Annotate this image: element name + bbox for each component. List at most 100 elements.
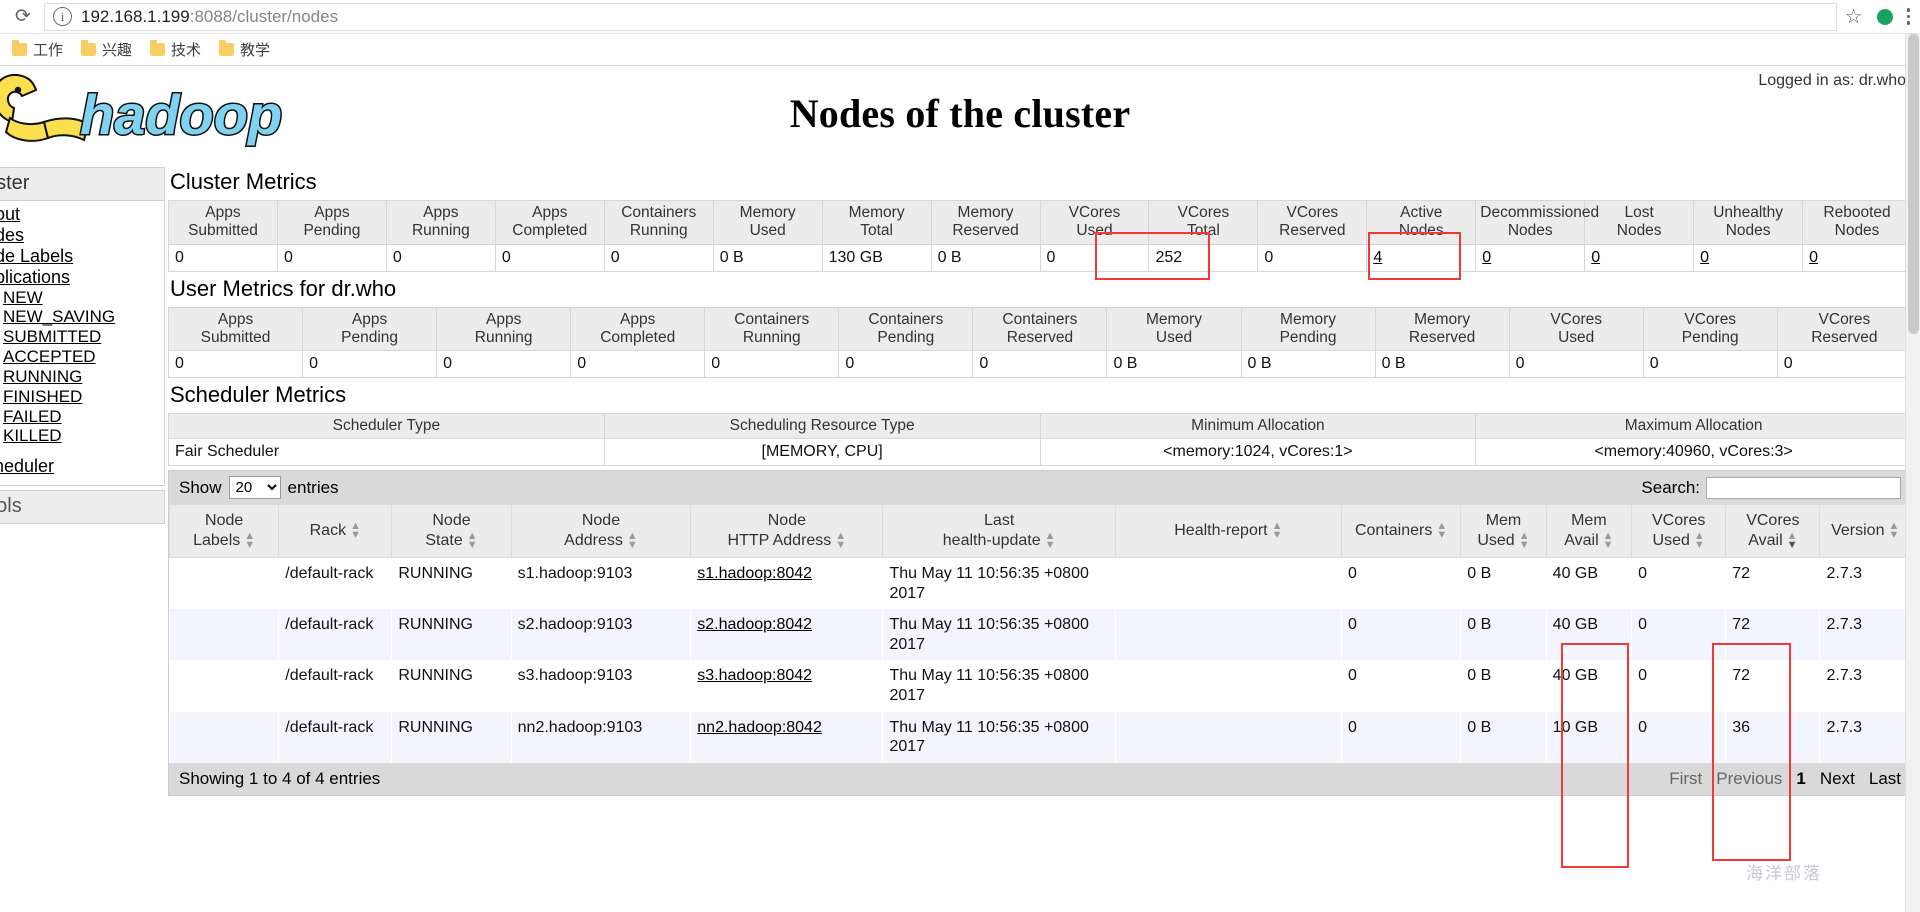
- cell-node-http-address[interactable]: nn2.hadoop:8042: [690, 711, 884, 763]
- pagination-previous[interactable]: Previous: [1716, 769, 1782, 789]
- search-input[interactable]: [1706, 476, 1901, 499]
- metric-link[interactable]: 0: [1809, 249, 1818, 266]
- cell-node-http-address[interactable]: s2.hadoop:8042: [690, 609, 884, 661]
- node-http-link[interactable]: s1.hadoop:8042: [697, 565, 812, 582]
- cell-vcores-used: 0: [1631, 660, 1727, 712]
- sidebar-item-about[interactable]: bout: [0, 204, 164, 225]
- site-info-icon[interactable]: i: [53, 7, 72, 26]
- cell-node-http-address[interactable]: s1.hadoop:8042: [690, 557, 884, 610]
- bookmark-item[interactable]: 教学: [219, 39, 270, 60]
- sort-icon[interactable]: ▲ ▼: [1787, 531, 1798, 551]
- table-cell: 0: [494, 243, 605, 272]
- hadoop-logo[interactable]: hadoop: [0, 66, 292, 161]
- sidebar-item-accepted[interactable]: ACCEPTED: [0, 347, 164, 367]
- profile-avatar[interactable]: [1876, 8, 1893, 25]
- column-header: Memory Reserved: [930, 200, 1041, 245]
- folder-icon: [150, 40, 166, 56]
- sort-icon[interactable]: ▲ ▼: [1436, 521, 1447, 541]
- sidebar-item-scheduler[interactable]: cheduler: [0, 456, 164, 477]
- column-header-containers[interactable]: Containers ▲ ▼: [1340, 504, 1462, 559]
- logged-in-user: Logged in as: dr.who: [1758, 72, 1906, 89]
- column-header-mem-used[interactable]: Mem Used ▲ ▼: [1460, 504, 1547, 559]
- address-bar[interactable]: i 192.168.1.199:8088/cluster/nodes: [44, 2, 1837, 31]
- pagination-last[interactable]: Last: [1869, 769, 1901, 789]
- column-header-vcores-used[interactable]: VCores Used ▲ ▼: [1631, 504, 1727, 559]
- metric-link[interactable]: 0: [1591, 249, 1600, 266]
- column-header-vcores-avail[interactable]: VCores Avail ▲ ▼: [1725, 504, 1821, 559]
- sidebar-item-failed[interactable]: FAILED: [0, 407, 164, 427]
- column-header-node-address[interactable]: Node Address ▲ ▼: [510, 504, 692, 559]
- user-metrics-title: User Metrics for dr.who: [170, 275, 397, 301]
- sort-icon[interactable]: ▲ ▼: [1694, 531, 1705, 551]
- cell-vcores-avail: 72: [1725, 557, 1821, 610]
- sort-icon[interactable]: ▲ ▼: [1888, 521, 1899, 541]
- metric-link[interactable]: 0: [1700, 249, 1709, 266]
- sidebar-item-nodes[interactable]: odes: [0, 225, 164, 246]
- bookmarks-bar: 工作 兴趣 技术 教学: [0, 34, 1920, 66]
- table-cell[interactable]: 0: [1802, 243, 1912, 272]
- column-header-node-http-address[interactable]: Node HTTP Address ▲ ▼: [690, 504, 884, 559]
- sort-icon[interactable]: ▲ ▼: [244, 531, 255, 551]
- cell-node-state: RUNNING: [391, 711, 512, 763]
- bookmark-label: 技术: [171, 42, 202, 59]
- bookmark-item[interactable]: 工作: [12, 39, 63, 60]
- sidebar-item-killed[interactable]: KILLED: [0, 426, 164, 446]
- sidebar-item-submitted[interactable]: SUBMITTED: [0, 327, 164, 347]
- sort-icon[interactable]: ▲ ▼: [1519, 531, 1530, 551]
- sidebar-item-finished[interactable]: FINISHED: [0, 387, 164, 407]
- table-cell[interactable]: 0: [1693, 243, 1804, 272]
- sidebar-item-new[interactable]: NEW: [0, 288, 164, 308]
- column-header-rack[interactable]: Rack ▲ ▼: [278, 504, 393, 559]
- bookmark-star-icon[interactable]: ☆: [1845, 4, 1863, 29]
- sidebar-item-applications[interactable]: pplications: [0, 267, 164, 288]
- cell-last-health-update: Thu May 11 10:56:35 +0800 2017: [882, 660, 1116, 712]
- sort-icon[interactable]: ▲ ▼: [467, 531, 478, 551]
- metric-link[interactable]: 0: [1482, 249, 1491, 266]
- cell-mem-used: 0 B: [1460, 609, 1547, 661]
- pagination-next[interactable]: Next: [1820, 769, 1855, 789]
- scrollbar-thumb[interactable]: [1908, 34, 1919, 334]
- reload-icon[interactable]: ⟳: [10, 4, 36, 30]
- bookmark-item[interactable]: 技术: [150, 39, 201, 60]
- node-http-link[interactable]: s3.hadoop:8042: [697, 667, 812, 684]
- folder-icon: [81, 40, 97, 56]
- sidebar-item-running[interactable]: RUNNING: [0, 367, 164, 387]
- cell-mem-avail: 40 GB: [1545, 609, 1633, 661]
- table-cell: 0: [972, 350, 1108, 379]
- column-header: Maximum Allocation: [1475, 413, 1912, 440]
- column-header-health-report[interactable]: Health-report ▲ ▼: [1114, 504, 1342, 559]
- sort-icon[interactable]: ▲ ▼: [835, 531, 846, 551]
- sort-icon[interactable]: ▲ ▼: [1272, 521, 1283, 541]
- kebab-menu-icon[interactable]: [1906, 8, 1910, 25]
- column-header-version[interactable]: Version ▲ ▼: [1819, 504, 1911, 559]
- table-cell: 0: [1039, 243, 1150, 272]
- column-header-last-health-update[interactable]: Last health-update ▲ ▼: [882, 504, 1116, 559]
- cell-node-http-address[interactable]: s3.hadoop:8042: [690, 660, 884, 712]
- column-header-mem-avail[interactable]: Mem Avail ▲ ▼: [1545, 504, 1633, 559]
- vertical-scrollbar[interactable]: [1905, 34, 1920, 912]
- page-size-select[interactable]: 20406080100: [228, 476, 281, 500]
- column-header: Minimum Allocation: [1039, 413, 1477, 440]
- metric-link[interactable]: 4: [1373, 249, 1382, 266]
- sidebar-item-node-labels[interactable]: ode Labels: [0, 246, 164, 267]
- table-cell[interactable]: 0: [1475, 243, 1586, 272]
- node-http-link[interactable]: nn2.hadoop:8042: [697, 719, 822, 736]
- pagination-first[interactable]: First: [1669, 769, 1702, 789]
- search-control: Search:: [1641, 476, 1901, 499]
- column-header-node-labels[interactable]: Node Labels ▲ ▼: [168, 504, 280, 559]
- table-cell[interactable]: 0: [1584, 243, 1695, 272]
- sort-icon[interactable]: ▲ ▼: [1045, 531, 1056, 551]
- sort-icon[interactable]: ▲ ▼: [627, 531, 638, 551]
- table-cell[interactable]: 4: [1366, 243, 1477, 272]
- pagination-1[interactable]: 1: [1796, 769, 1805, 789]
- sidebar-item-new-saving[interactable]: NEW_SAVING: [0, 307, 164, 327]
- node-http-link[interactable]: s2.hadoop:8042: [697, 616, 812, 633]
- sidebar-heading-cluster: uster: [0, 168, 164, 201]
- table-cell: Fair Scheduler: [168, 438, 605, 467]
- table-cell: 0: [168, 243, 278, 272]
- sort-icon[interactable]: ▲ ▼: [350, 521, 361, 541]
- table-cell: 252: [1148, 243, 1259, 272]
- bookmark-item[interactable]: 兴趣: [81, 39, 132, 60]
- sort-icon[interactable]: ▲ ▼: [1603, 531, 1614, 551]
- column-header-node-state[interactable]: Node State ▲ ▼: [391, 504, 512, 559]
